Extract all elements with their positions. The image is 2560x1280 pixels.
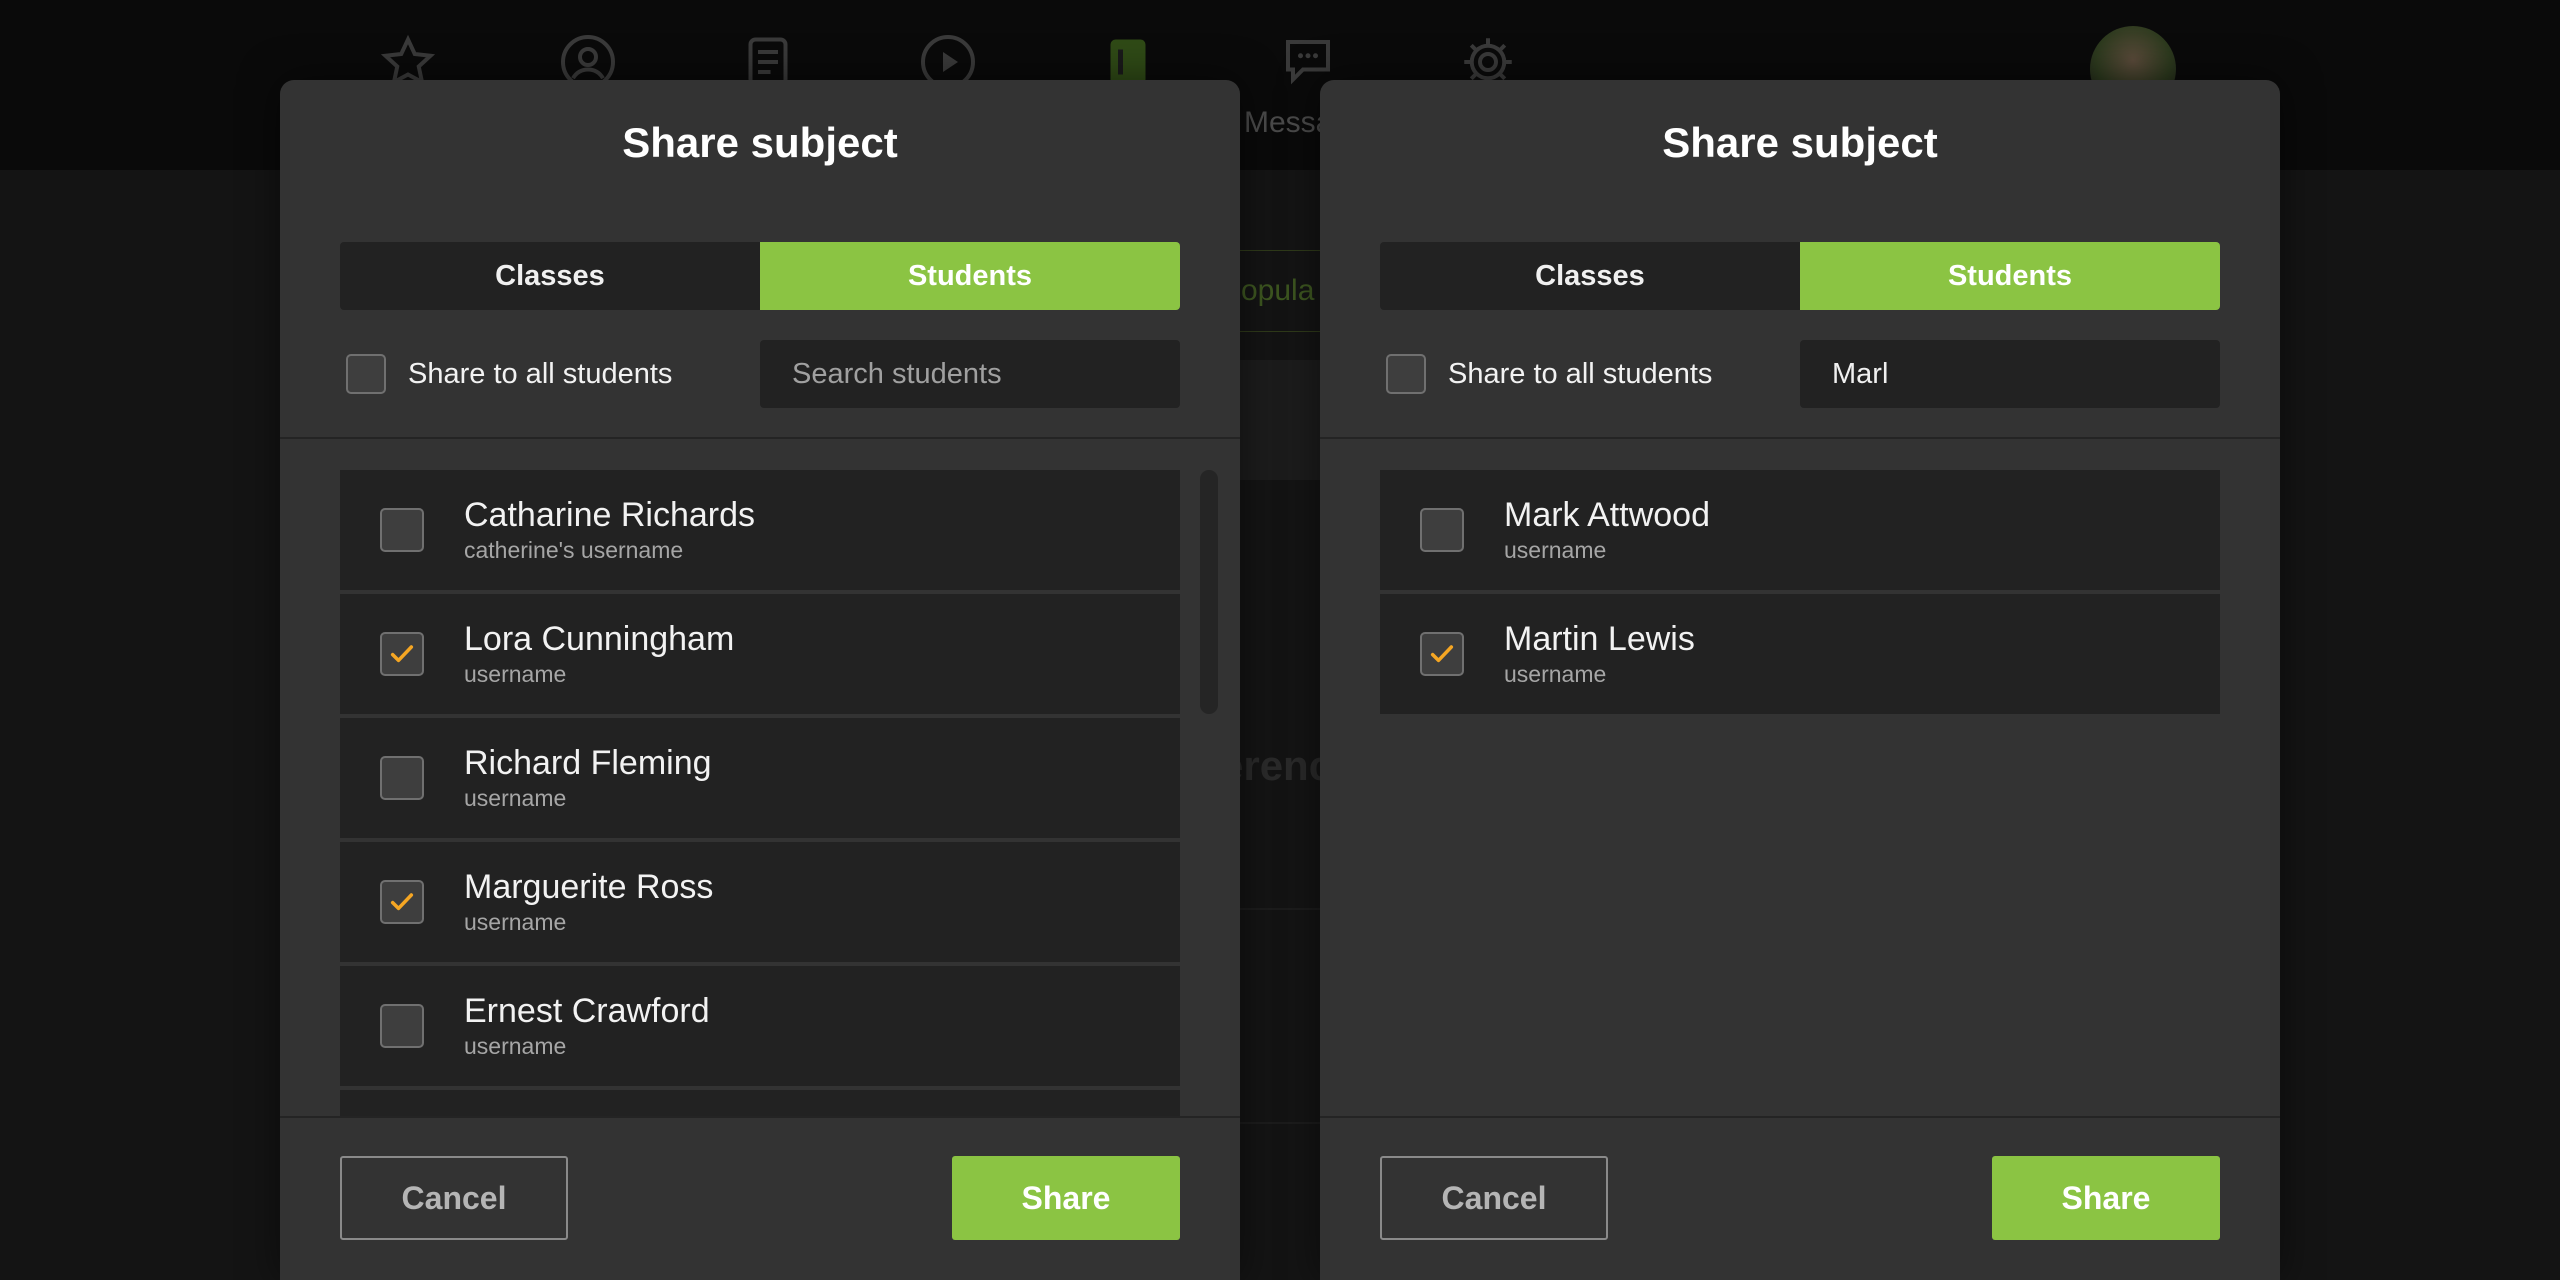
student-name: Marguerite Ross	[464, 868, 714, 906]
student-username: username	[464, 909, 567, 935]
cancel-button[interactable]: Cancel	[340, 1156, 568, 1240]
student-username: username	[464, 1033, 567, 1059]
student-username: username	[1504, 537, 1607, 563]
student-name: Lora Cunningham	[464, 620, 735, 658]
share-all-label: Share to all students	[408, 357, 673, 390]
tab-students[interactable]: Students	[1800, 242, 2220, 310]
list-item[interactable]: Ernest Crawford username	[340, 966, 1180, 1086]
student-username: username	[1504, 661, 1607, 687]
list-item[interactable]: Richard Fleming username	[340, 718, 1180, 838]
list-item[interactable]: Martin Lewis username	[1380, 594, 2220, 714]
share-all-checkbox[interactable]	[346, 354, 386, 394]
student-checkbox[interactable]	[380, 880, 424, 924]
student-username: username	[464, 785, 567, 811]
scrollbar[interactable]	[1200, 470, 1218, 714]
tab-bar: Classes Students	[340, 242, 1180, 310]
list-item[interactable]: Marguerite Ross username	[340, 842, 1180, 962]
student-list: Mark Attwood username Martin Lewis usern…	[1380, 470, 2220, 1116]
student-list: Catharine Richards catherine's username …	[340, 470, 1180, 1116]
tab-students[interactable]: Students	[760, 242, 1180, 310]
divider	[1320, 437, 2280, 439]
cancel-button[interactable]: Cancel	[1380, 1156, 1608, 1240]
share-to-all-toggle[interactable]: Share to all students	[346, 352, 672, 396]
share-all-checkbox[interactable]	[1386, 354, 1426, 394]
share-button[interactable]: Share	[1992, 1156, 2220, 1240]
search-input[interactable]	[792, 357, 1148, 391]
divider	[1320, 1116, 2280, 1118]
divider	[280, 437, 1240, 439]
divider	[280, 1116, 1240, 1118]
tab-classes[interactable]: Classes	[1380, 242, 1800, 310]
share-button[interactable]: Share	[952, 1156, 1180, 1240]
student-username: catherine's username	[464, 537, 684, 563]
student-username: username	[464, 661, 567, 687]
list-item[interactable]: Catharine Richards catherine's username	[340, 470, 1180, 590]
student-name: Mark Attwood	[1504, 496, 1710, 534]
student-checkbox[interactable]	[380, 508, 424, 552]
list-item[interactable]: Lora Cunningham username	[340, 594, 1180, 714]
search-input[interactable]	[1832, 357, 2188, 391]
share-subject-modal: Share subject Classes Students Share to …	[1320, 80, 2280, 1280]
list-item[interactable]: Mark Attwood username	[1380, 470, 2220, 590]
student-checkbox[interactable]	[380, 1004, 424, 1048]
student-name: Martin Lewis	[1504, 620, 1695, 658]
student-name: Catharine Richards	[464, 496, 756, 534]
modal-title: Share subject	[622, 119, 898, 166]
student-checkbox[interactable]	[1420, 632, 1464, 676]
share-all-label: Share to all students	[1448, 357, 1713, 390]
share-to-all-toggle[interactable]: Share to all students	[1386, 352, 1712, 396]
modal-title: Share subject	[1662, 119, 1938, 166]
checkmark-icon	[390, 893, 414, 911]
search-field[interactable]	[1800, 340, 2220, 408]
search-field[interactable]	[760, 340, 1180, 408]
student-checkbox[interactable]	[380, 756, 424, 800]
tab-classes[interactable]: Classes	[340, 242, 760, 310]
checkmark-icon	[1430, 645, 1454, 663]
student-checkbox[interactable]	[1420, 508, 1464, 552]
checkmark-icon	[390, 645, 414, 663]
student-checkbox[interactable]	[380, 632, 424, 676]
student-name: Richard Fleming	[464, 744, 712, 782]
tab-bar: Classes Students	[1380, 242, 2220, 310]
student-name: Ernest Crawford	[464, 992, 710, 1030]
list-item[interactable]	[340, 1090, 1180, 1116]
share-subject-modal: Share subject Classes Students Share to …	[280, 80, 1240, 1280]
